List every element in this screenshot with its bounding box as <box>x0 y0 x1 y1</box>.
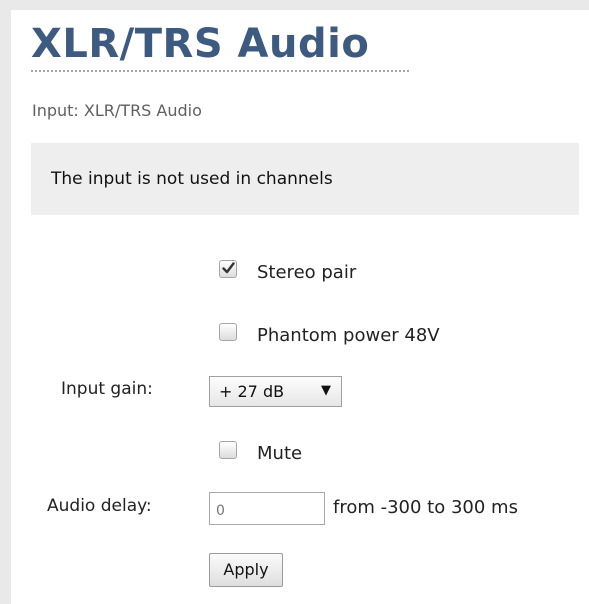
notice-box: The input is not used in channels <box>31 143 579 215</box>
checkmark-icon <box>222 262 235 274</box>
phantom-power-label: Phantom power 48V <box>257 325 440 346</box>
input-subtitle: Input: XLR/TRS Audio <box>32 101 202 120</box>
audio-delay-input[interactable] <box>209 492 325 525</box>
audio-delay-label: Audio delay: <box>47 496 152 516</box>
mute-checkbox[interactable] <box>219 441 237 459</box>
mute-label: Mute <box>257 443 303 464</box>
notice-text: The input is not used in channels <box>51 169 333 189</box>
stereo-pair-checkbox[interactable] <box>219 260 237 278</box>
input-gain-select[interactable]: + 27 dB ▼ <box>209 376 342 407</box>
apply-button[interactable]: Apply <box>209 553 283 587</box>
triangle-down-icon: ▼ <box>321 383 331 398</box>
title-underline <box>31 70 409 72</box>
input-gain-value: + 27 dB <box>219 382 285 401</box>
input-gain-label: Input gain: <box>61 379 153 399</box>
audio-settings-panel: XLR/TRS Audio Input: XLR/TRS Audio The i… <box>11 10 589 604</box>
audio-delay-range-hint: from -300 to 300 ms <box>333 497 518 518</box>
stereo-pair-label: Stereo pair <box>257 262 357 283</box>
phantom-power-checkbox[interactable] <box>219 323 237 341</box>
page-title: XLR/TRS Audio <box>31 21 370 67</box>
